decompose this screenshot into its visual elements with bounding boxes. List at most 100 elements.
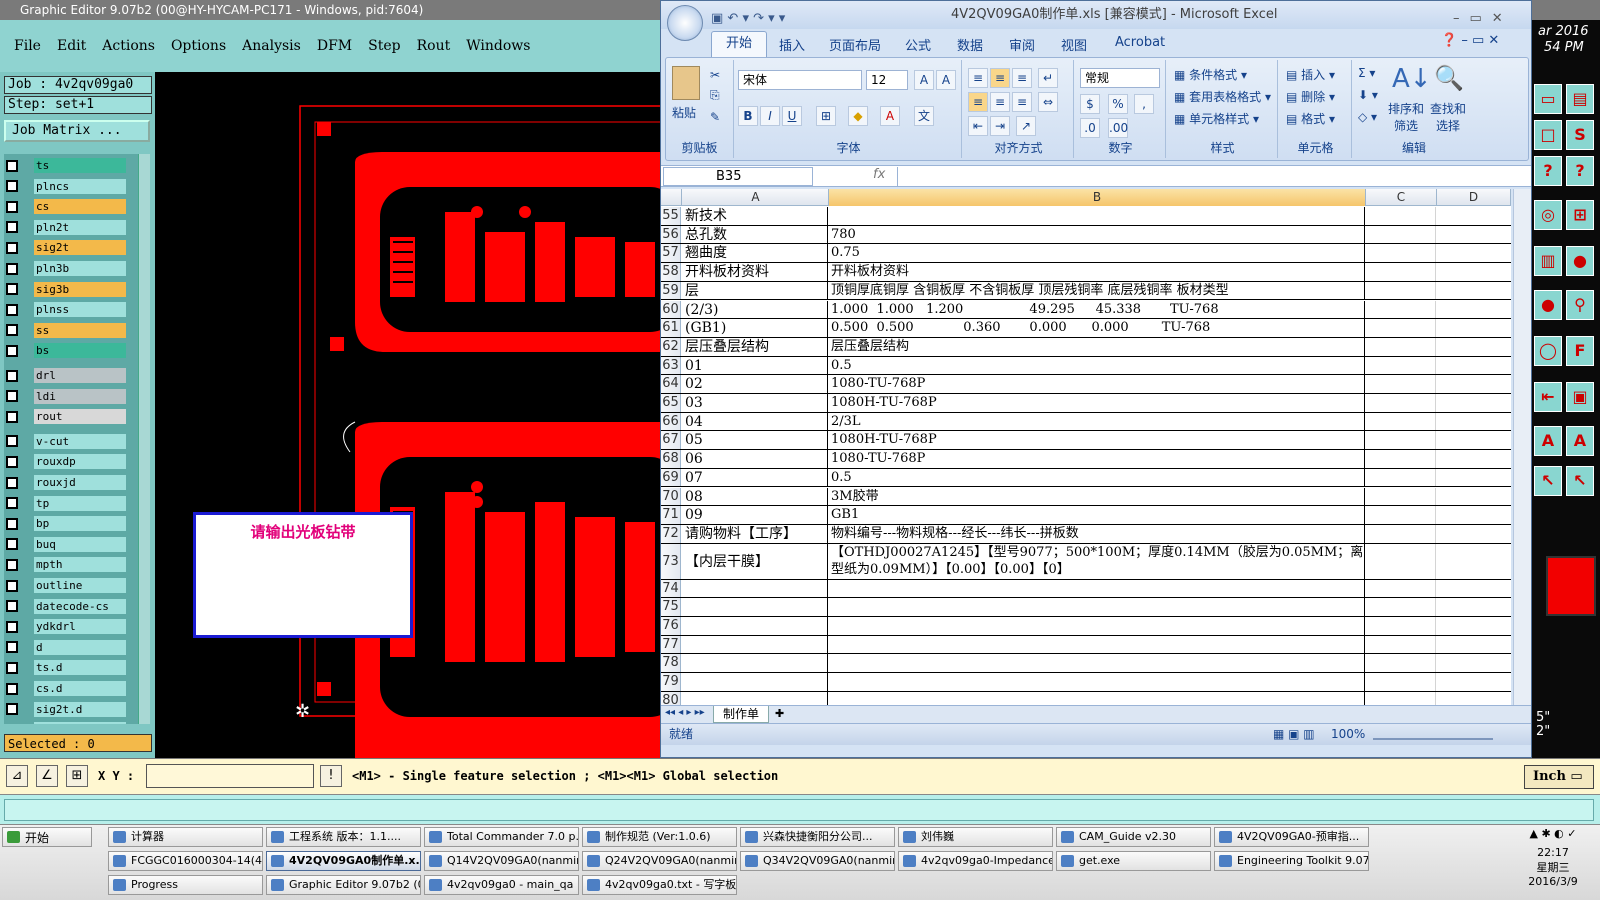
row-header[interactable]: 69 bbox=[661, 468, 681, 487]
cell-c[interactable] bbox=[1366, 207, 1436, 225]
cell-b[interactable]: 【OTHDJ00027A1245】【型号9077；500*100M；厚度0.14… bbox=[829, 543, 1365, 579]
cell-a[interactable]: 03 bbox=[683, 394, 828, 412]
cell-c[interactable] bbox=[1366, 394, 1436, 412]
cell-a[interactable]: 02 bbox=[683, 375, 828, 393]
align-top-icon[interactable]: ≡ bbox=[968, 68, 988, 88]
taskbar-button[interactable]: Q34V2QV09GA0(nanmin... bbox=[740, 851, 895, 871]
layer-row[interactable]: d bbox=[6, 639, 126, 655]
tab-page-layout[interactable]: 页面布局 bbox=[829, 35, 881, 54]
cell-c[interactable] bbox=[1366, 579, 1436, 598]
taskbar-button[interactable]: 4V2QV09GA0制作单.x... bbox=[266, 851, 421, 871]
cell-a[interactable] bbox=[683, 691, 828, 705]
tool-icon-12[interactable]: ⚲ bbox=[1566, 290, 1594, 320]
cell-b[interactable]: 层压叠层结构 bbox=[829, 337, 1365, 356]
cell-d[interactable] bbox=[1437, 375, 1511, 393]
cell-c[interactable] bbox=[1366, 319, 1436, 337]
cell-b[interactable]: 0.5 bbox=[829, 356, 1365, 375]
cell-b[interactable]: 780 bbox=[829, 225, 1365, 244]
cell-d[interactable] bbox=[1437, 450, 1511, 468]
insert-cells-button[interactable]: ▤ 插入 ▾ bbox=[1286, 66, 1335, 83]
tool-icon-15[interactable]: ⇤ bbox=[1534, 382, 1562, 412]
cell-b[interactable]: 顶铜厚底铜厚 含铜板厚 不含铜板厚 顶层残铜率 底层残铜率 板材类型 bbox=[829, 281, 1365, 300]
layer-checkbox[interactable] bbox=[6, 241, 18, 254]
cell-c[interactable] bbox=[1366, 356, 1436, 375]
zoom-level[interactable]: 100% bbox=[1331, 724, 1365, 744]
layer-checkbox[interactable] bbox=[6, 390, 18, 403]
cell-b[interactable] bbox=[829, 673, 1365, 691]
cell-b[interactable]: 开料板材资料 bbox=[829, 263, 1365, 281]
cell-a[interactable] bbox=[683, 654, 828, 673]
prompt-dialog[interactable]: 请输出光板钻带 bbox=[193, 512, 413, 638]
layer-row[interactable]: v-cut bbox=[6, 433, 126, 449]
cell-a[interactable]: 层压叠层结构 bbox=[683, 337, 828, 356]
cell-a[interactable]: 翘曲度 bbox=[683, 244, 828, 263]
fill-icon[interactable]: ⬇ ▾ bbox=[1358, 88, 1378, 102]
cell-c[interactable] bbox=[1366, 281, 1436, 300]
start-button[interactable]: 开始 bbox=[2, 827, 92, 847]
help-icon[interactable]: ? bbox=[1566, 156, 1594, 186]
tool-icon-8[interactable]: ⊞ bbox=[1566, 200, 1594, 230]
tool-icon-11[interactable]: ● bbox=[1534, 290, 1562, 320]
layer-row[interactable]: sig2t.d bbox=[6, 701, 126, 717]
cell-c[interactable] bbox=[1366, 244, 1436, 263]
cell-b[interactable] bbox=[829, 635, 1365, 654]
cell-b[interactable] bbox=[829, 207, 1365, 225]
cell-c[interactable] bbox=[1366, 375, 1436, 393]
conditional-formatting-button[interactable]: ▦ 条件格式 ▾ bbox=[1174, 66, 1247, 83]
layer-checkbox[interactable] bbox=[6, 455, 18, 468]
cell-d[interactable] bbox=[1437, 506, 1511, 524]
graphic-canvas[interactable]: ✲ bbox=[155, 72, 660, 758]
cell-d[interactable] bbox=[1437, 263, 1511, 281]
cell-a[interactable] bbox=[683, 673, 828, 691]
cell-a[interactable]: 09 bbox=[683, 506, 828, 524]
layer-row[interactable]: buq bbox=[6, 536, 126, 552]
cell-c[interactable] bbox=[1366, 431, 1436, 450]
taskbar-button[interactable]: 4V2QV09GA0-预审指... bbox=[1214, 827, 1369, 847]
taskbar-button[interactable]: Engineering Toolkit 9.07... bbox=[1214, 851, 1369, 871]
cell-c[interactable] bbox=[1366, 524, 1436, 543]
layer-row[interactable]: sig3b.d bbox=[6, 722, 126, 724]
layer-row[interactable]: ts bbox=[6, 158, 126, 173]
paste-icon[interactable] bbox=[672, 66, 700, 100]
increase-decimal-icon[interactable]: .0 bbox=[1080, 118, 1100, 138]
comma-icon[interactable]: , bbox=[1134, 94, 1154, 114]
layer-row[interactable]: ss bbox=[6, 322, 126, 338]
cell-b[interactable]: 1080H-TU-768P bbox=[829, 431, 1365, 450]
column-header-a[interactable]: A bbox=[683, 189, 829, 206]
layer-checkbox[interactable] bbox=[6, 159, 18, 172]
row-header[interactable]: 65 bbox=[661, 394, 681, 412]
cell-b[interactable]: 物料编号---物料规格---经长---纬长---拼板数 bbox=[829, 524, 1365, 543]
currency-icon[interactable]: $ bbox=[1080, 94, 1100, 114]
bold-icon[interactable]: B bbox=[738, 106, 758, 126]
cell-d[interactable] bbox=[1437, 226, 1511, 244]
layer-checkbox[interactable] bbox=[6, 517, 18, 530]
cell-d[interactable] bbox=[1437, 282, 1511, 300]
tray-icons[interactable]: ▲ ✱ ◐ ✓ bbox=[1508, 827, 1598, 840]
row-header[interactable]: 59 bbox=[661, 281, 681, 300]
layer-row[interactable]: outline bbox=[6, 578, 126, 593]
cell-b[interactable] bbox=[829, 579, 1365, 598]
taskbar-button[interactable]: 4v2qv09ga0 - main_qa bbox=[424, 875, 579, 895]
layer-row[interactable]: cs bbox=[6, 199, 126, 215]
row-header[interactable]: 76 bbox=[661, 617, 681, 635]
cell-d[interactable] bbox=[1437, 394, 1511, 412]
layer-checkbox[interactable] bbox=[6, 641, 18, 654]
cell-a[interactable]: 总孔数 bbox=[683, 225, 828, 244]
menu-step[interactable]: Step bbox=[368, 38, 400, 54]
cell-d[interactable] bbox=[1437, 654, 1511, 672]
cell-b[interactable]: 1.000 1.000 1.200 49.295 45.338 TU-768 bbox=[829, 300, 1365, 319]
layer-row[interactable]: rout bbox=[6, 409, 126, 425]
layer-list-scrollbar[interactable] bbox=[138, 154, 150, 724]
cell-a[interactable]: (GB1) bbox=[683, 319, 828, 337]
taskbar-button[interactable]: Progress bbox=[108, 875, 263, 895]
taskbar-button[interactable]: Q14V2QV09GA0(nanmin... bbox=[424, 851, 579, 871]
cell-c[interactable] bbox=[1366, 543, 1436, 579]
cell-b[interactable]: 1080-TU-768P bbox=[829, 375, 1365, 393]
cell-b[interactable] bbox=[829, 654, 1365, 673]
cell-b[interactable] bbox=[829, 617, 1365, 635]
percent-icon[interactable]: % bbox=[1108, 94, 1128, 114]
format-cells-button[interactable]: ▤ 格式 ▾ bbox=[1286, 110, 1335, 127]
tool-icon-1[interactable]: ▭ bbox=[1534, 84, 1562, 114]
cut-icon[interactable]: ✂ bbox=[710, 68, 720, 82]
layer-checkbox[interactable] bbox=[6, 558, 18, 571]
